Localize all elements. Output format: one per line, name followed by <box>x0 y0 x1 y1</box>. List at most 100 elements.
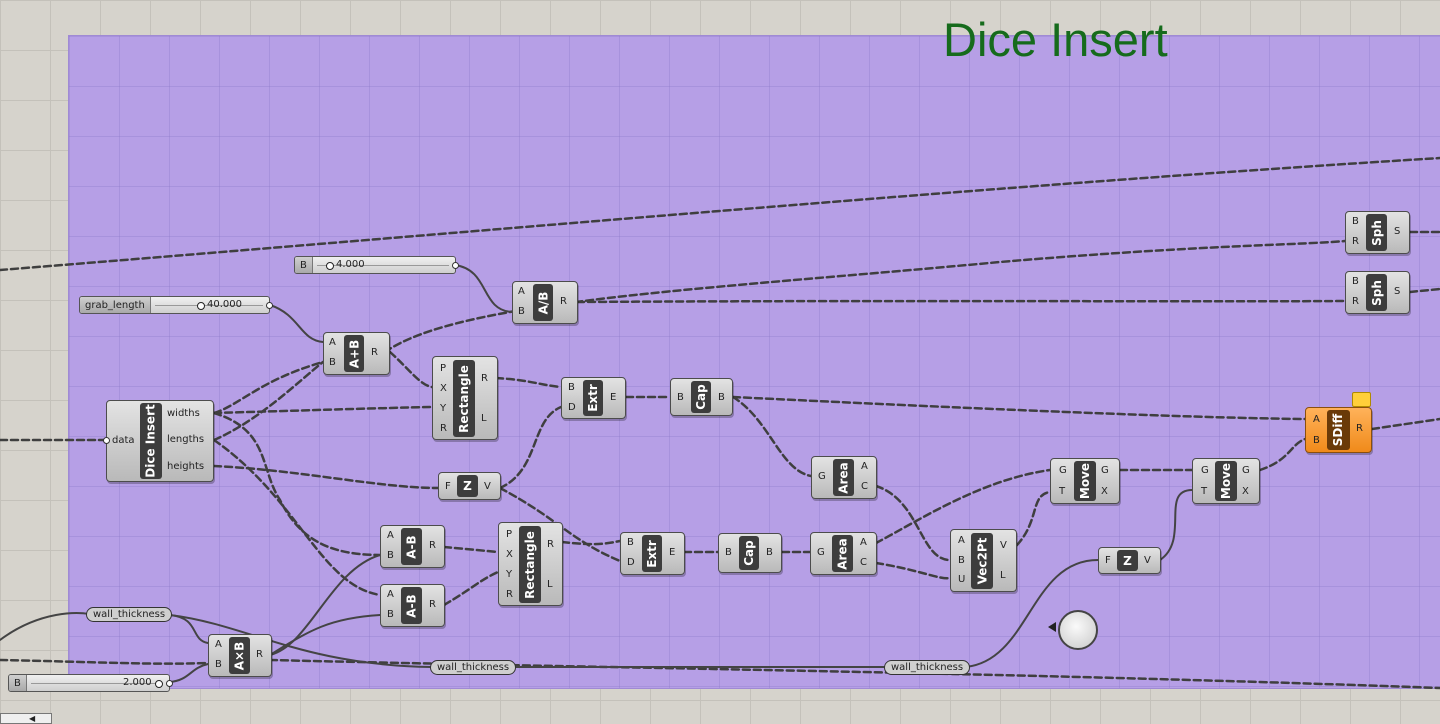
area-component[interactable]: G Area A C <box>810 532 877 575</box>
wire <box>1159 489 1193 561</box>
input-label: A <box>387 530 394 541</box>
slider-knob[interactable] <box>326 262 334 270</box>
component-name: A-B <box>404 593 419 618</box>
component-core: Cap <box>691 381 711 413</box>
output-label: C <box>861 481 868 492</box>
wire <box>1015 490 1052 547</box>
unit-z-component[interactable]: F Z V <box>438 472 501 500</box>
wire <box>212 464 440 490</box>
message-balloon-icon[interactable] <box>1352 392 1371 407</box>
rotation-dial-icon[interactable] <box>1058 610 1098 650</box>
component-name: Z <box>1123 553 1132 568</box>
output-label: R <box>429 540 436 551</box>
input-label: X <box>440 383 447 394</box>
wire <box>874 561 952 580</box>
subtraction-component[interactable]: A B A-B R <box>380 525 445 568</box>
component-name: Sph <box>1369 219 1384 246</box>
component-core: Z <box>457 475 478 497</box>
output-label: B <box>718 392 725 403</box>
input-label: A <box>958 535 965 546</box>
output-label: widths <box>167 408 200 419</box>
input-label: U <box>958 574 966 585</box>
output-label: S <box>1394 226 1401 237</box>
sphere-component[interactable]: B R Sph S <box>1345 271 1410 314</box>
wire <box>0 612 89 641</box>
rectangle-component[interactable]: P X Y R Rectangle R L <box>432 356 498 440</box>
wire <box>212 360 325 415</box>
cap-component[interactable]: B Cap B <box>670 378 733 416</box>
dice-insert-component[interactable]: data Dice Insert widths lengths heights <box>103 400 214 482</box>
wire <box>1408 287 1440 294</box>
wall-thickness-relay[interactable]: wall_thickness <box>884 660 971 675</box>
output-label: heights <box>167 461 205 472</box>
slider-name: B <box>295 257 313 273</box>
scroll-tab[interactable]: ◀ <box>0 713 52 724</box>
subtraction-component[interactable]: A B A-B R <box>380 584 445 627</box>
input-label: Y <box>506 569 513 580</box>
wire <box>0 658 210 665</box>
divisor-slider[interactable]: B 4.000 <box>294 256 459 274</box>
component-core: Vec2Pt <box>971 533 993 589</box>
output-port[interactable] <box>166 680 173 687</box>
input-label: A <box>1313 414 1320 425</box>
component-name: Sph <box>1369 279 1384 306</box>
output-label: lengths <box>167 434 205 445</box>
wire <box>560 539 622 546</box>
wires-layer <box>0 156 1440 690</box>
thickness-slider[interactable]: B 2.000 <box>8 674 173 692</box>
multiplication-component[interactable]: A B A×B R <box>208 634 272 677</box>
output-label: R <box>256 649 263 660</box>
output-label: R <box>481 373 488 384</box>
component-core: Rectangle <box>453 360 475 437</box>
component-core: Move <box>1215 461 1237 501</box>
output-port[interactable] <box>452 262 459 269</box>
slider-value: 40.000 <box>207 299 242 310</box>
wire <box>388 350 434 389</box>
wall-thickness-relay[interactable]: wall_thickness <box>86 607 173 622</box>
cap-component[interactable]: B Cap B <box>718 533 782 573</box>
area-component[interactable]: G Area A C <box>811 456 877 499</box>
addition-component[interactable]: A B A+B R <box>323 332 390 375</box>
component-core: Z <box>1117 550 1138 571</box>
solid-difference-component[interactable]: A B SDiff R <box>1305 407 1372 453</box>
input-label: T <box>1059 486 1066 497</box>
slider-knob[interactable] <box>197 302 205 310</box>
move-component[interactable]: G T Move G X <box>1192 458 1260 504</box>
component-name: Area <box>836 461 851 494</box>
input-label: A <box>329 337 336 348</box>
move-component[interactable]: G T Move G X <box>1050 458 1120 504</box>
grab-length-slider[interactable]: grab_length 40.000 <box>79 296 273 314</box>
component-core: A+B <box>344 335 364 372</box>
wire <box>731 395 1307 421</box>
input-label: B <box>725 547 732 558</box>
component-core: Area <box>832 535 853 572</box>
component-name: Z <box>463 479 472 493</box>
input-label: R <box>506 589 513 600</box>
input-label: B <box>329 357 336 368</box>
extrude-component[interactable]: B D Extr E <box>620 532 685 575</box>
component-name: A-B <box>404 534 419 559</box>
component-core: Extr <box>642 535 662 572</box>
output-label: A <box>860 537 867 548</box>
wire <box>575 299 1347 304</box>
output-label: E <box>610 392 617 403</box>
slider-knob[interactable] <box>155 680 163 688</box>
component-name: Extr <box>586 384 600 412</box>
input-port[interactable] <box>103 437 110 444</box>
unit-z-component[interactable]: F Z V <box>1098 547 1161 574</box>
output-label: V <box>1144 555 1151 566</box>
input-label: B <box>677 392 684 403</box>
vector-two-point-component[interactable]: A B U Vec2Pt V L <box>950 529 1017 592</box>
input-label: B <box>387 550 394 561</box>
division-component[interactable]: A B A/B R <box>512 281 578 324</box>
wall-thickness-relay[interactable]: wall_thickness <box>430 660 517 675</box>
wire <box>269 304 324 343</box>
output-port[interactable] <box>266 302 273 309</box>
rotate-arrow-icon <box>1048 622 1056 632</box>
input-label: G <box>817 547 825 558</box>
extrude-component[interactable]: B D Extr E <box>561 377 626 419</box>
rectangle-component[interactable]: P X Y R Rectangle R L <box>498 522 563 606</box>
component-name: Move <box>1078 462 1092 500</box>
input-label: Y <box>440 403 447 414</box>
sphere-component[interactable]: B R Sph S <box>1345 211 1410 254</box>
